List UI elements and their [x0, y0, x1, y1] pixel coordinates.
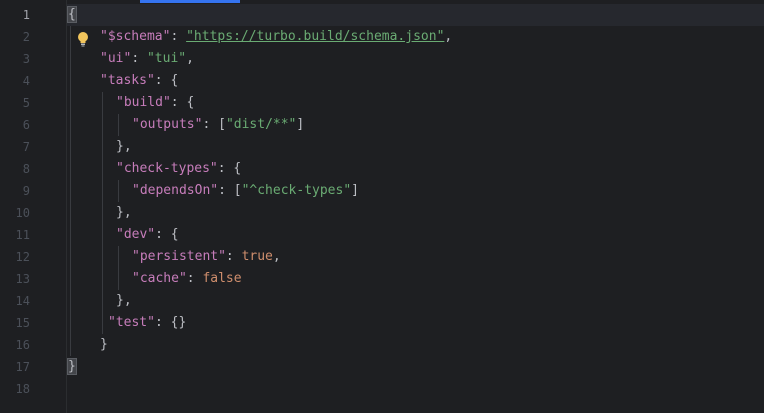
- line-number: 2: [22, 30, 30, 44]
- indent-guide: [118, 246, 119, 290]
- line-number: 15: [15, 316, 30, 330]
- code-line-5[interactable]: "build": {: [116, 92, 194, 114]
- code-line-15[interactable]: "test": {}: [108, 312, 186, 334]
- indent-guide: [118, 114, 119, 136]
- lightbulb-icon[interactable]: [76, 31, 90, 47]
- line-number: 4: [22, 74, 30, 88]
- code-line-4[interactable]: "tasks": {: [100, 70, 178, 92]
- active-tab-indicator: [140, 0, 240, 3]
- code-line-3[interactable]: "ui": "tui",: [100, 48, 194, 70]
- code-editor[interactable]: 1 2 3 4 5 6 7 8 9 10 11 12 13 14 15 16 1…: [0, 0, 764, 413]
- open-brace: {: [67, 6, 77, 23]
- indent-guide: [118, 180, 119, 202]
- json-key: "$schema": [100, 29, 171, 44]
- close-brace-matched: }: [67, 358, 77, 375]
- line-number: 7: [22, 140, 30, 154]
- json-key: "dev": [116, 227, 156, 242]
- code-line-10[interactable]: },: [116, 202, 132, 224]
- json-key: "check-types": [116, 161, 218, 176]
- line-number: 8: [22, 162, 30, 176]
- code-line-11[interactable]: "dev": {: [116, 224, 179, 246]
- line-number: 5: [22, 96, 30, 110]
- json-key: "cache": [132, 271, 187, 286]
- line-number-gutter[interactable]: 1 2 3 4 5 6 7 8 9 10 11 12 13 14 15 16 1…: [0, 0, 67, 413]
- line-number: 13: [15, 272, 30, 286]
- json-string: "tui": [146, 51, 187, 66]
- code-line-6[interactable]: "outputs": ["dist/**"]: [132, 114, 304, 136]
- json-string: "dist/**": [225, 117, 297, 132]
- empty-object: {}: [170, 315, 187, 330]
- code-line-13[interactable]: "cache": false: [132, 268, 242, 290]
- code-line-8[interactable]: "check-types": {: [116, 158, 241, 180]
- code-line-1[interactable]: {: [67, 4, 77, 26]
- code-line-2[interactable]: "$schema": "https://turbo.build/schema.j…: [100, 26, 452, 48]
- indent-guide: [70, 26, 71, 356]
- json-boolean: true: [241, 249, 273, 264]
- json-string: "^check-types": [241, 183, 352, 198]
- close-brace: }: [100, 337, 108, 352]
- json-key: "persistent": [132, 249, 226, 264]
- code-line-16[interactable]: }: [100, 334, 108, 356]
- code-line-9[interactable]: "dependsOn": ["^check-types"]: [132, 180, 359, 202]
- json-key: "outputs": [132, 117, 203, 132]
- code-line-17[interactable]: }: [67, 356, 77, 378]
- code-line-14[interactable]: },: [116, 290, 132, 312]
- line-number: 6: [22, 118, 30, 132]
- json-key: "dependsOn": [132, 183, 219, 198]
- line-number: 16: [15, 338, 30, 352]
- json-key: "test": [108, 315, 155, 330]
- schema-url-link[interactable]: "https://turbo.build/schema.json": [186, 29, 444, 44]
- line-number: 17: [15, 360, 30, 374]
- line-number: 10: [15, 206, 30, 220]
- code-line-12[interactable]: "persistent": true,: [132, 246, 281, 268]
- line-number: 9: [22, 184, 30, 198]
- code-line-7[interactable]: },: [116, 136, 132, 158]
- line-number: 3: [22, 52, 30, 66]
- json-key: "ui": [100, 51, 132, 66]
- line-number: 14: [15, 294, 30, 308]
- line-number: 18: [15, 382, 30, 396]
- current-line-highlight: [0, 4, 764, 26]
- line-number: 11: [15, 228, 30, 242]
- json-boolean: false: [202, 271, 242, 286]
- json-key: "tasks": [100, 73, 155, 88]
- line-number: 12: [15, 250, 30, 264]
- json-key: "build": [116, 95, 171, 110]
- indent-guide: [102, 92, 103, 334]
- line-number: 1: [22, 8, 30, 22]
